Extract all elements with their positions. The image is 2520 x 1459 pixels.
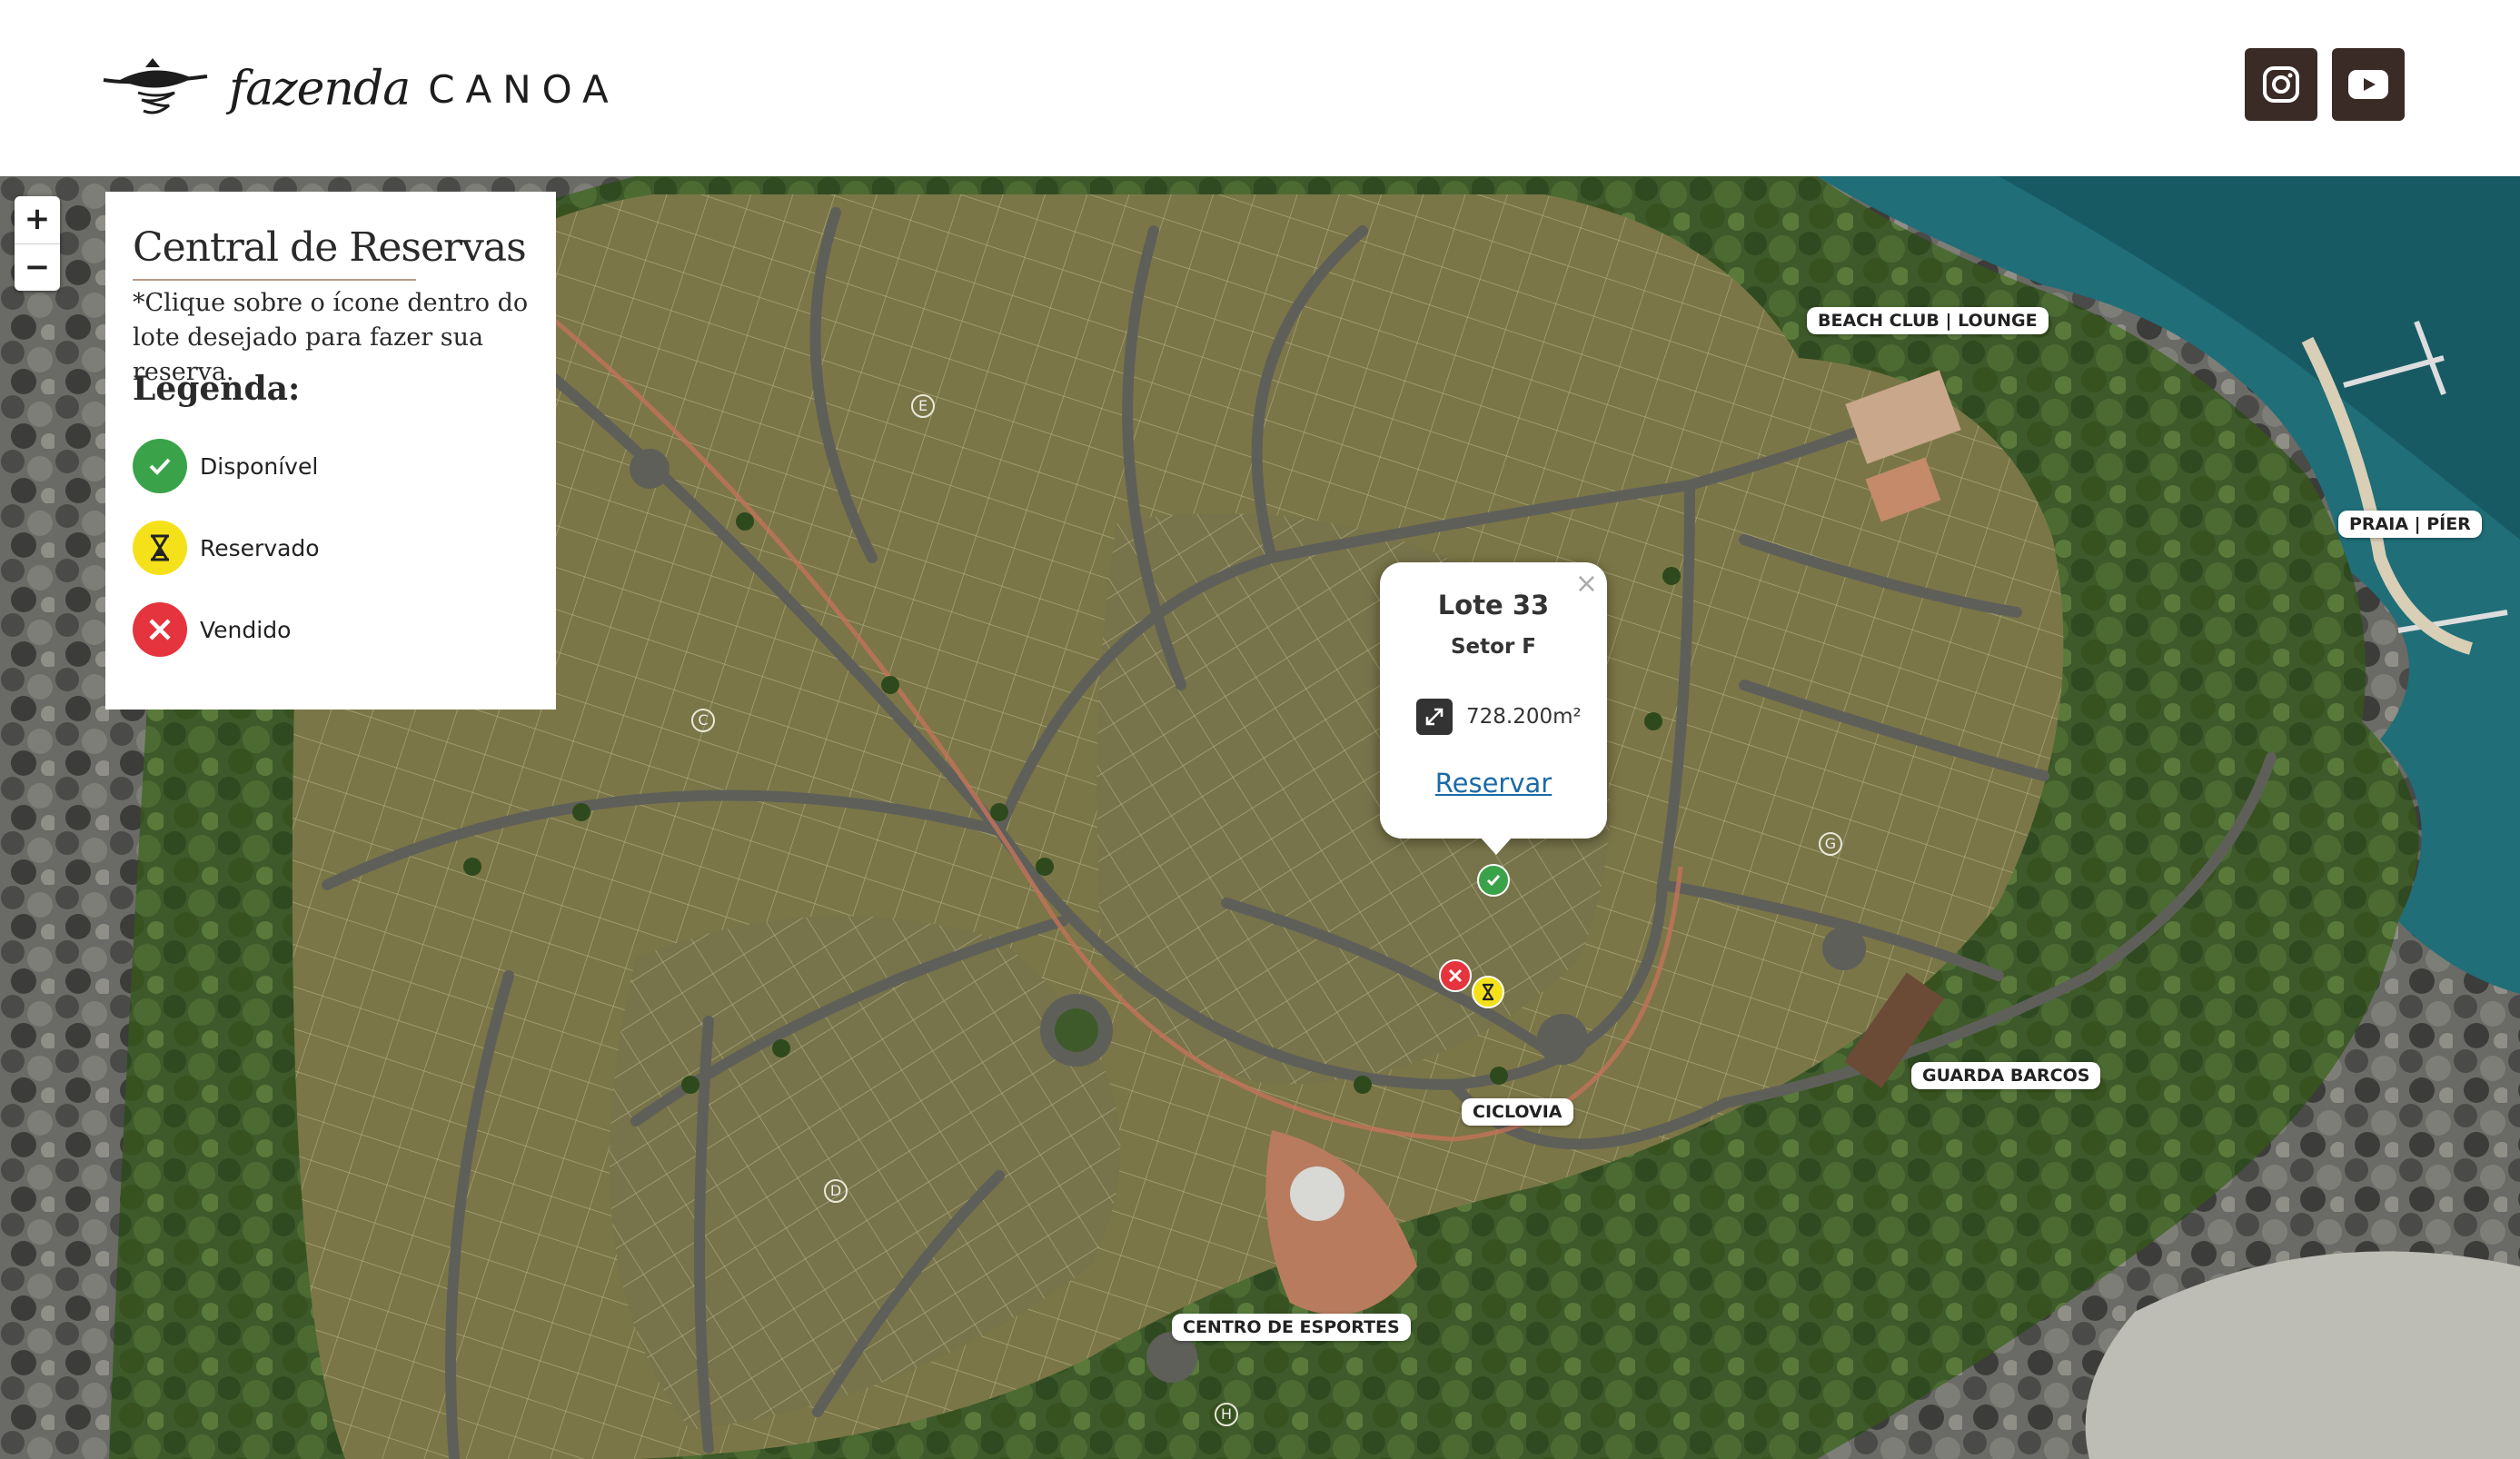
label-centro-esportes: CENTRO DE ESPORTES [1172,1314,1411,1341]
check-icon [149,458,171,475]
panel-divider [133,279,416,281]
canoe-logo-icon [103,58,208,114]
reservations-panel: Central de Reservas *Clique sobre o ícon… [105,192,556,710]
legend-title: Legenda: [133,370,301,408]
available-status-dot [133,439,187,493]
check-icon [1486,875,1501,887]
reserved-status-dot [133,521,187,575]
panel-title: Central de Reservas [133,224,527,271]
expand-arrows-icon [1416,699,1453,735]
label-guarda-barcos: GUARDA BARCOS [1911,1062,2101,1089]
legend-item-reserved: Reservado [133,521,320,575]
brand-word: CANOA [428,66,620,112]
sector-letter: E [911,394,935,418]
lot-popup: × Lote 33 Setor F 728.200m² Reservar [1380,562,1607,855]
legend-label: Vendido [200,616,292,643]
brand-script: fazenda [229,62,411,116]
zoom-out-button[interactable]: − [15,244,60,292]
site-header: fazenda CANOA [0,0,2520,176]
legend-label: Disponível [200,452,319,480]
legend-item-sold: Vendido [133,602,291,657]
lot-marker-sold[interactable] [1439,959,1472,992]
popup-subtitle: Setor F [1450,635,1537,659]
zoom-control: + − [15,196,60,291]
sold-status-dot [133,602,187,657]
instagram-icon [2263,66,2299,103]
sector-letter: H [1215,1403,1238,1426]
reserve-link[interactable]: Reservar [1380,768,1607,799]
x-icon [149,619,171,640]
instagram-button[interactable] [2245,48,2317,121]
legend-label: Reservado [200,534,320,561]
sector-letter: G [1819,832,1842,856]
label-beach-club: BEACH CLUB | LOUNGE [1807,307,2049,334]
x-icon [1448,968,1463,983]
hourglass-icon [1483,983,1493,1001]
zoom-in-button[interactable]: + [15,196,60,244]
brand-logo[interactable]: fazenda CANOA [102,53,620,125]
label-praia-pier: PRAIA | PÍER [2338,511,2482,538]
lot-marker-reserved[interactable] [1472,976,1504,1008]
lot-marker-available[interactable] [1477,864,1510,897]
lot-area: 728.200m² [1416,699,1582,735]
popup-title: Lote 33 [1437,590,1550,620]
lot-area-value: 728.200m² [1466,705,1582,729]
sector-letter: C [691,709,715,732]
youtube-button[interactable] [2332,48,2405,121]
sector-letter: D [824,1179,848,1203]
youtube-icon [2348,70,2388,99]
legend-item-available: Disponível [133,439,318,493]
label-ciclovia: CICLOVIA [1462,1098,1573,1126]
hourglass-icon [151,534,169,561]
